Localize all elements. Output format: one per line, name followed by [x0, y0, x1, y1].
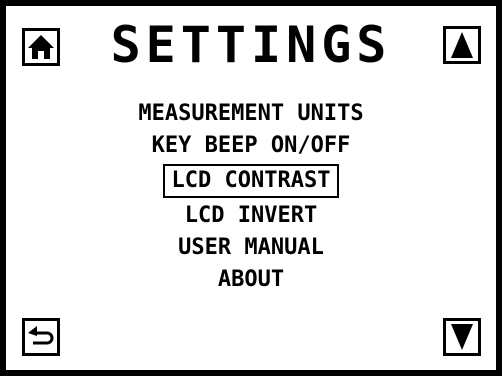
menu-item-key-beep[interactable]: KEY BEEP ON/OFF [144, 130, 359, 162]
menu-item-measurement-units[interactable]: MEASUREMENT UNITS [130, 98, 371, 130]
scroll-down-button[interactable] [443, 318, 481, 356]
back-button[interactable] [22, 318, 60, 356]
menu-item-lcd-invert[interactable]: LCD INVERT [177, 200, 325, 232]
page-title: SETTINGS [110, 16, 392, 74]
scroll-up-button[interactable] [443, 26, 481, 64]
menu-item-about[interactable]: ABOUT [210, 264, 292, 296]
settings-menu: MEASUREMENT UNITS KEY BEEP ON/OFF LCD CO… [6, 98, 496, 296]
menu-item-lcd-contrast[interactable]: LCD CONTRAST [162, 164, 340, 198]
triangle-up-icon [450, 31, 474, 59]
menu-item-user-manual[interactable]: USER MANUAL [170, 232, 332, 264]
triangle-down-icon [450, 323, 474, 351]
lcd-screen: SETTINGS MEASUREMENT UNITS KEY BEEP ON/O… [0, 0, 502, 376]
return-arrow-icon [27, 325, 55, 349]
